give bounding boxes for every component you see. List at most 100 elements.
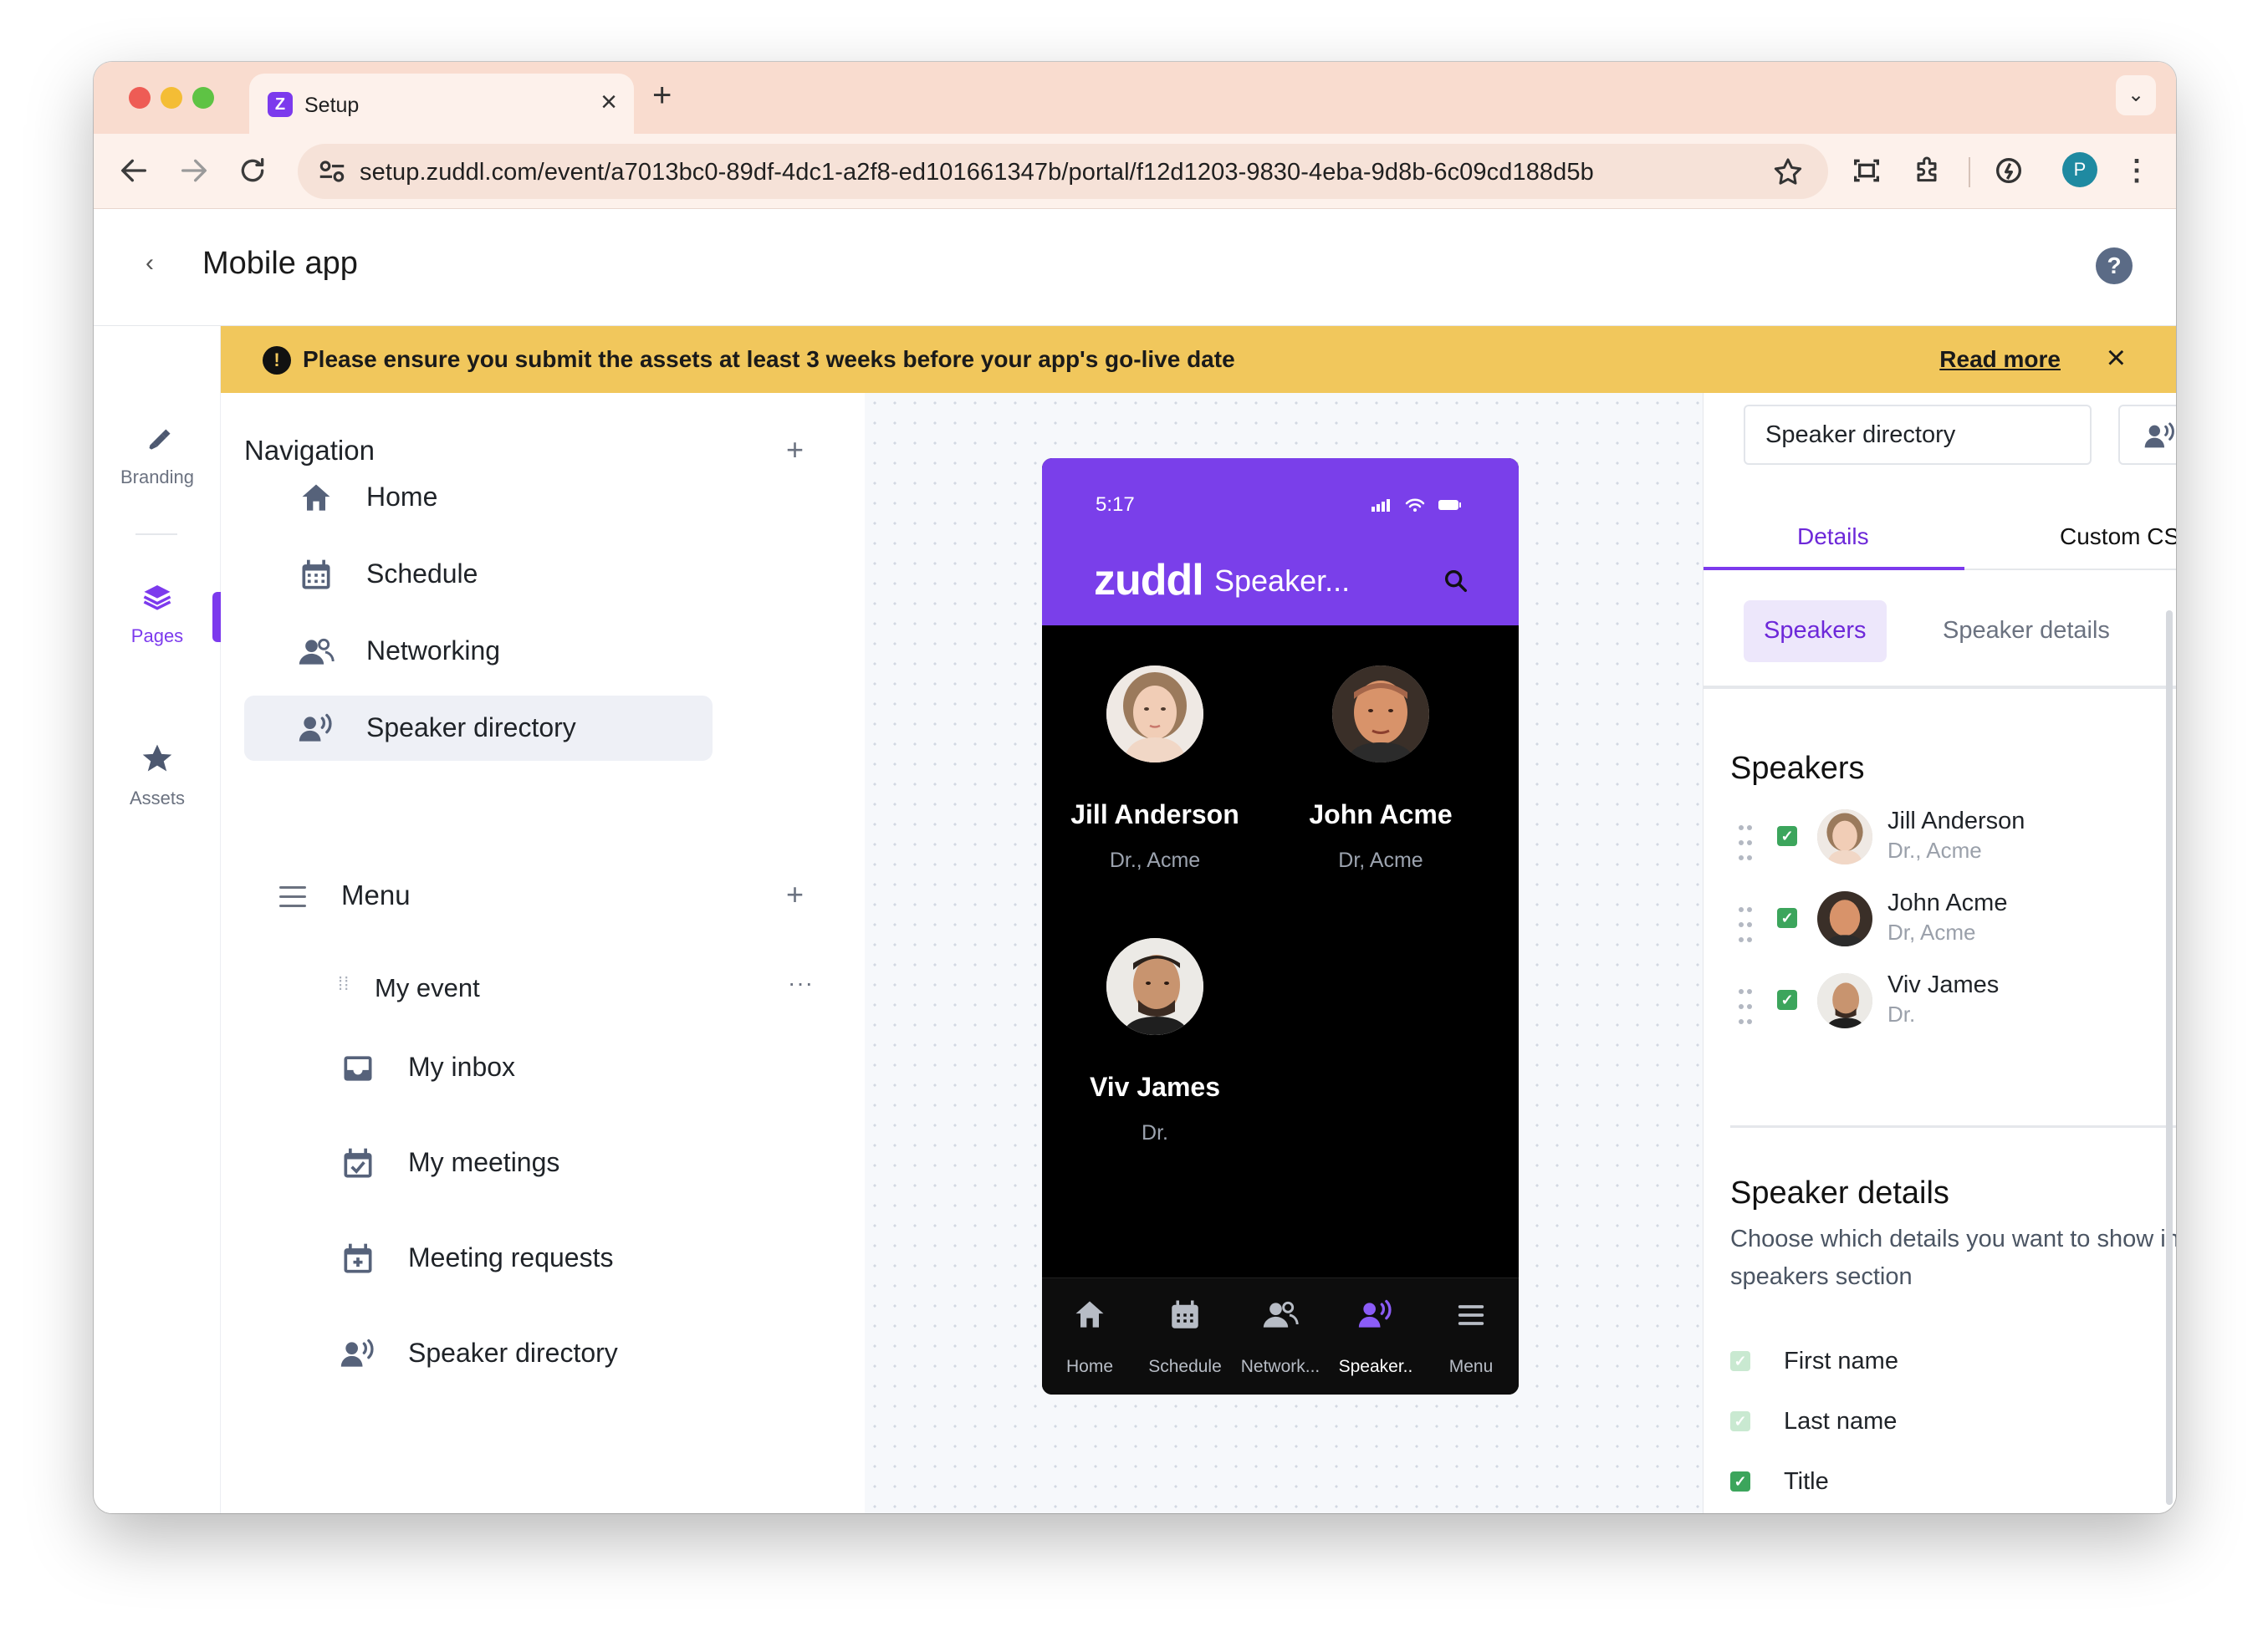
url-text: setup.zuddl.com/event/a7013bc0-89df-4dc1… [360,159,1594,186]
bottom-nav-label: Home [1065,1357,1114,1376]
home-icon [1075,1301,1104,1328]
menu-item-label: My inbox [408,1052,516,1082]
subtab-speakers[interactable]: Speakers [1744,600,1887,662]
extensions-icon[interactable] [1910,154,1944,187]
forward-arrow-icon[interactable] [177,154,211,187]
warning-banner: ! Please ensure you submit the assets at… [221,326,2176,393]
page-name-input[interactable]: Speaker directory [1744,405,2092,465]
add-menu-icon[interactable]: + [786,880,804,910]
left-rail: Branding Pages Assets [94,326,221,1513]
speaker-card[interactable]: John Acme Dr, Acme [1268,666,1494,873]
screenshot-icon[interactable] [1850,154,1883,187]
add-navigation-icon[interactable]: + [786,435,804,465]
menu-title: Menu [341,880,411,910]
more-options-icon[interactable]: ··· [788,970,814,997]
inbox-icon [344,1056,372,1081]
reload-icon[interactable] [236,154,269,187]
nav-item-speaker-directory[interactable]: Speaker directory [244,696,713,761]
tab-search-chevron-icon[interactable]: ⌄ [2116,75,2156,115]
detail-checkbox[interactable]: ✓ [1730,1351,1750,1371]
speaker-checkbox[interactable]: ✓ [1777,826,1797,846]
alert-icon: ! [263,346,291,375]
group-title-my-event[interactable]: My event [375,973,480,1003]
bottom-nav-label: Speaker.. [1338,1357,1413,1376]
zuddl-logo: zuddl [1094,556,1204,604]
nav-item-home[interactable]: Home [244,465,713,530]
detail-checkbox[interactable]: ✓ [1730,1411,1750,1431]
bottom-nav-home[interactable]: Home [1042,1293,1137,1377]
close-window-button[interactable] [129,87,151,109]
close-icon[interactable]: × [2107,339,2126,376]
site-settings-icon[interactable] [316,156,348,187]
menu-item-label: Meeting requests [408,1242,614,1272]
phone-bottom-nav: Home Schedule Network... Speaker.. Menu [1042,1277,1519,1395]
rail-label-assets: Assets [129,788,186,808]
speaker-card[interactable]: Viv James Dr. [1042,938,1268,1145]
phone-header: 5:17 zuddl Speaker... [1042,458,1519,625]
help-icon[interactable]: ? [2096,247,2133,284]
speaker-name: Jill Anderson [1887,808,2025,834]
zoom-window-button[interactable] [192,87,214,109]
tab-strip: Z Setup × + ⌄ [94,62,2176,134]
bottom-nav-speakers[interactable]: Speaker.. [1328,1293,1423,1377]
speaker-checkbox[interactable]: ✓ [1777,990,1797,1010]
navigation-title: Navigation [244,435,375,466]
nav-item-networking[interactable]: Networking [244,619,713,684]
phone-preview: 5:17 zuddl Speaker... Jill Anderson Dr.,… [1042,458,1519,1395]
page-icon-select[interactable] [2118,405,2176,465]
speaker-name: Jill Anderson [1070,799,1239,829]
speaker-list-row[interactable]: ✓ John Acme Dr, Acme [1737,888,2176,955]
rail-item-branding[interactable]: Branding [94,418,221,488]
menu-item-speaker-directory[interactable]: Speaker directory [304,1321,723,1386]
back-chevron-icon[interactable]: ‹ [146,249,154,278]
bookmark-star-icon[interactable] [1771,156,1805,189]
nav-item-schedule[interactable]: Schedule [244,542,713,607]
status-bar-icons [1372,498,1461,512]
speaker-list-row[interactable]: ✓ Viv James Dr. [1737,970,2176,1037]
minimize-window-button[interactable] [161,87,182,109]
speaker-card[interactable]: Jill Anderson Dr., Acme [1042,666,1268,873]
drag-handle-icon[interactable] [1737,821,1754,866]
browser-menu-icon[interactable]: ⋮ [2122,152,2151,189]
subtab-speaker-details[interactable]: Speaker details [1923,600,2130,662]
speakers-heading: Speakers [1730,751,1865,786]
panel-scrollbar[interactable] [2166,610,2173,1505]
speaker-list-row[interactable]: ✓ Jill Anderson Dr., Acme [1737,806,2176,873]
people-icon [299,638,335,665]
menu-icon [279,886,306,914]
tab-custom-css[interactable]: Custom CSS [2060,523,2176,550]
address-bar[interactable]: setup.zuddl.com/event/a7013bc0-89df-4dc1… [298,144,1828,199]
speaker-photo [1106,938,1203,1035]
new-tab-icon[interactable]: + [652,77,672,114]
profile-avatar[interactable]: P [2062,152,2097,187]
performance-icon[interactable] [1992,154,2025,187]
close-tab-icon[interactable]: × [600,87,617,117]
tab-title: Setup [304,94,360,117]
drag-handle-icon[interactable] [1737,985,1754,1030]
speaker-checkbox[interactable]: ✓ [1777,908,1797,928]
menu-item-meeting-requests[interactable]: Meeting requests [304,1226,723,1291]
drag-handle-icon[interactable]: ⁞⁞ [338,975,350,993]
menu-item-my-inbox[interactable]: My inbox [304,1035,723,1100]
read-more-link[interactable]: Read more [1939,346,2061,373]
rail-item-pages[interactable]: Pages [94,577,221,647]
search-icon[interactable] [1442,567,1470,595]
bottom-nav-schedule[interactable]: Schedule [1137,1293,1233,1377]
rail-item-assets[interactable]: Assets [94,739,221,809]
menu-item-my-meetings[interactable]: My meetings [304,1130,723,1196]
detail-checkbox[interactable]: ✓ [1730,1471,1750,1492]
tab-details[interactable]: Details [1797,523,1869,550]
back-arrow-icon[interactable] [117,154,151,187]
browser-toolbar: setup.zuddl.com/event/a7013bc0-89df-4dc1… [94,134,2176,209]
toolbar-divider [1969,157,1970,187]
browser-tab[interactable]: Z Setup × [249,74,634,134]
rail-label-pages: Pages [130,625,184,646]
bottom-nav-menu[interactable]: Menu [1423,1293,1519,1377]
phone-time: 5:17 [1096,493,1135,516]
drag-handle-icon[interactable] [1737,903,1754,948]
menu-item-label: My meetings [408,1147,560,1177]
bottom-nav-networking[interactable]: Network... [1233,1293,1328,1377]
rail-divider [135,533,177,535]
speaker-name: John Acme [1309,799,1453,829]
banner-text: Please ensure you submit the assets at l… [303,346,1235,372]
